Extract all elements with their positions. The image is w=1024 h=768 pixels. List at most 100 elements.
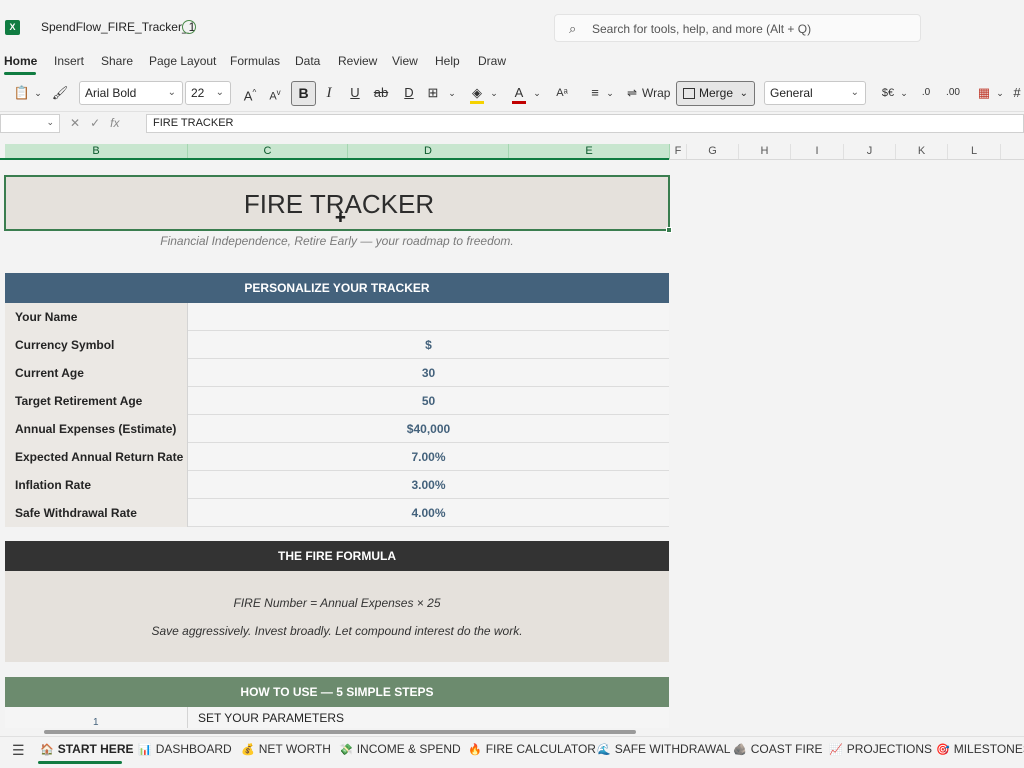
tab-share[interactable]: Share bbox=[101, 54, 133, 68]
format-painter-icon[interactable]: 🖌 bbox=[50, 81, 70, 105]
tab-formulas[interactable]: Formulas bbox=[230, 54, 280, 68]
text-effects-icon[interactable]: Aᵃ bbox=[552, 81, 572, 105]
sheet-tab-dashboard[interactable]: 📊 DASHBOARD bbox=[138, 742, 232, 756]
number-format-dropdown[interactable]: General ⌄ bbox=[764, 81, 866, 105]
fire-formula-box[interactable]: FIRE Number = Annual Expenses × 25 Save … bbox=[5, 571, 669, 662]
param-value-expenses[interactable]: $40,000 bbox=[188, 415, 669, 443]
bold-button[interactable]: B bbox=[291, 81, 316, 106]
column-header-h[interactable]: H bbox=[739, 144, 791, 159]
column-header-c[interactable]: C bbox=[188, 144, 348, 159]
search-box[interactable]: ⌕ Search for tools, help, and more (Alt … bbox=[554, 14, 921, 42]
tab-draw[interactable]: Draw bbox=[478, 54, 506, 68]
empty-cells-area[interactable] bbox=[670, 160, 1024, 728]
sheet-subtitle[interactable]: Financial Independence, Retire Early — y… bbox=[4, 234, 670, 248]
column-header-k[interactable]: K bbox=[896, 144, 948, 159]
decrease-decimal-icon[interactable]: .0 bbox=[916, 81, 936, 105]
sheet-tab-milestones[interactable]: 🎯 MILESTONES bbox=[936, 742, 1024, 756]
param-value-return-rate[interactable]: 7.00% bbox=[188, 443, 669, 471]
param-label[interactable]: Inflation Rate bbox=[5, 471, 188, 499]
step-number-cell[interactable]: 1 bbox=[5, 707, 188, 728]
double-underline-button[interactable]: D bbox=[400, 81, 418, 105]
fill-chevron-icon[interactable]: ⌄ bbox=[488, 81, 500, 105]
column-header-d[interactable]: D bbox=[348, 144, 509, 159]
borders-icon[interactable]: ⊞ bbox=[424, 81, 442, 105]
italic-button[interactable]: I bbox=[320, 81, 338, 105]
wrap-text-button[interactable]: Wrap bbox=[642, 81, 674, 105]
sheet-tab-net-worth[interactable]: 💰 NET WORTH bbox=[241, 742, 331, 756]
paste-icon[interactable]: 📋 bbox=[12, 81, 32, 105]
tab-review[interactable]: Review bbox=[338, 54, 377, 68]
cancel-icon[interactable]: ✕ bbox=[70, 116, 80, 130]
param-label[interactable]: Currency Symbol bbox=[5, 331, 188, 359]
sheet-tab-projections[interactable]: 📈 PROJECTIONS bbox=[829, 742, 932, 756]
column-header-j[interactable]: J bbox=[844, 144, 896, 159]
conditional-format-icon[interactable]: ▦ bbox=[976, 81, 992, 105]
decrease-font-icon[interactable]: Av bbox=[265, 81, 285, 105]
param-value-current-age[interactable]: 30 bbox=[188, 359, 669, 387]
paste-chevron-icon[interactable]: ⌄ bbox=[32, 81, 44, 105]
column-header-e[interactable]: E bbox=[509, 144, 670, 159]
tab-help[interactable]: Help bbox=[435, 54, 460, 68]
underline-button[interactable]: U bbox=[346, 81, 364, 105]
align-icon[interactable]: ≡ bbox=[586, 81, 604, 105]
tab-data[interactable]: Data bbox=[295, 54, 320, 68]
sheet-tab-fire-calculator[interactable]: 🔥 FIRE CALCULATOR bbox=[468, 742, 596, 756]
borders-chevron-icon[interactable]: ⌄ bbox=[446, 81, 458, 105]
personalize-header[interactable]: PERSONALIZE YOUR TRACKER bbox=[5, 273, 669, 303]
increase-font-icon[interactable]: A^ bbox=[240, 81, 260, 105]
param-label[interactable]: Current Age bbox=[5, 359, 188, 387]
document-title[interactable]: SpendFlow_FIRE_Tracker_1 bbox=[41, 20, 195, 34]
param-value-inflation[interactable]: 3.00% bbox=[188, 471, 669, 499]
table-format-icon[interactable]: # bbox=[1010, 81, 1024, 105]
fx-icon[interactable]: fx bbox=[110, 116, 119, 130]
currency-chevron-icon[interactable]: ⌄ bbox=[898, 81, 910, 105]
formula-input[interactable]: FIRE TRACKER bbox=[146, 114, 1024, 133]
param-value-name[interactable] bbox=[188, 303, 669, 331]
scrollbar-thumb[interactable] bbox=[44, 730, 636, 734]
increase-decimal-icon[interactable]: .00 bbox=[942, 81, 964, 105]
param-value-currency[interactable]: $ bbox=[188, 331, 669, 359]
strikethrough-button[interactable]: ab bbox=[372, 81, 390, 105]
tab-page-layout[interactable]: Page Layout bbox=[149, 54, 216, 68]
excel-icon[interactable]: X bbox=[5, 20, 20, 35]
fill-color-swatch bbox=[470, 101, 484, 104]
sheet-tab-coast-fire[interactable]: 🪨 COAST FIRE bbox=[733, 742, 823, 756]
all-sheets-menu-icon[interactable]: ☰ bbox=[12, 742, 25, 759]
column-header-l[interactable]: L bbox=[948, 144, 1001, 159]
fire-formula-header[interactable]: THE FIRE FORMULA bbox=[5, 541, 669, 571]
currency-format-icon[interactable]: $€ bbox=[878, 81, 898, 105]
font-color-chevron-icon[interactable]: ⌄ bbox=[531, 81, 543, 105]
tab-view[interactable]: View bbox=[392, 54, 418, 68]
how-to-use-header[interactable]: HOW TO USE — 5 SIMPLE STEPS bbox=[5, 677, 669, 707]
param-value-withdrawal-rate[interactable]: 4.00% bbox=[188, 499, 669, 527]
fill-handle[interactable] bbox=[666, 227, 672, 233]
column-header-g[interactable]: G bbox=[687, 144, 739, 159]
tab-home[interactable]: Home bbox=[4, 54, 37, 68]
column-header-b[interactable]: B bbox=[5, 144, 188, 159]
align-chevron-icon[interactable]: ⌄ bbox=[604, 81, 616, 105]
param-label[interactable]: Safe Withdrawal Rate bbox=[5, 499, 188, 527]
step-label[interactable]: SET YOUR PARAMETERS bbox=[198, 711, 344, 725]
worksheet-grid[interactable]: FIRE TRACKER ✚ Financial Independence, R… bbox=[0, 160, 1024, 728]
tab-insert[interactable]: Insert bbox=[54, 54, 84, 68]
conditional-chevron-icon[interactable]: ⌄ bbox=[994, 81, 1006, 105]
wrap-icon[interactable]: ⇌ bbox=[624, 81, 640, 105]
confirm-icon[interactable]: ✓ bbox=[90, 116, 100, 130]
table-row: Target Retirement Age 50 bbox=[5, 387, 669, 415]
param-value-retirement-age[interactable]: 50 bbox=[188, 387, 669, 415]
sheet-tab-safe-withdrawal[interactable]: 🌊 SAFE WITHDRAWAL bbox=[597, 742, 730, 756]
cloud-saved-icon[interactable] bbox=[182, 20, 196, 34]
column-header-i[interactable]: I bbox=[791, 144, 844, 159]
param-label[interactable]: Expected Annual Return Rate bbox=[5, 443, 188, 471]
merge-button[interactable]: Merge ⌄ bbox=[676, 81, 755, 106]
sheet-tab-income-spend[interactable]: 💸 INCOME & SPEND bbox=[339, 742, 461, 756]
param-label[interactable]: Your Name bbox=[5, 303, 188, 331]
sheet-tab-start-here[interactable]: 🏠 START HERE bbox=[40, 742, 133, 756]
font-size-dropdown[interactable]: 22 ⌄ bbox=[185, 81, 231, 105]
param-label[interactable]: Target Retirement Age bbox=[5, 387, 188, 415]
horizontal-scrollbar[interactable] bbox=[0, 728, 1024, 736]
font-name-dropdown[interactable]: Arial Bold ⌄ bbox=[79, 81, 183, 105]
column-header-f[interactable]: F bbox=[670, 144, 687, 159]
param-label[interactable]: Annual Expenses (Estimate) bbox=[5, 415, 188, 443]
name-box[interactable]: ⌄ bbox=[0, 114, 60, 133]
